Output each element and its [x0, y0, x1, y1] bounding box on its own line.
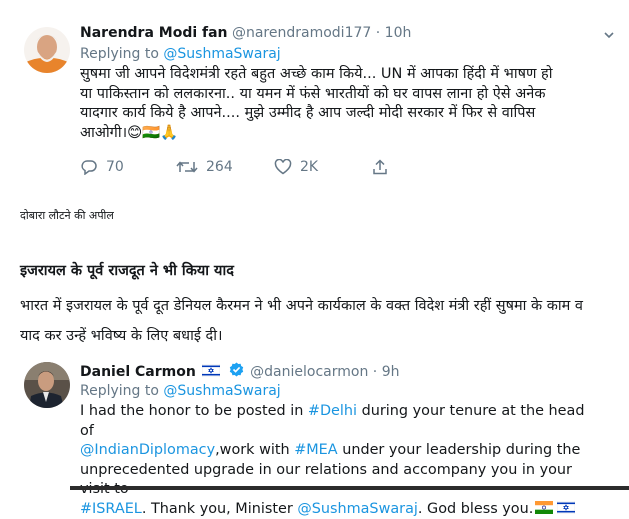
replying-to: Replying to @SushmaSwaraj [80, 383, 281, 399]
embedded-tweet-2[interactable]: Daniel Carmon @danielocarmon · 9h Replyi… [20, 352, 620, 492]
tweet-header: Narendra Modi fan @narendramodi177 · 10h [80, 25, 411, 41]
avatar[interactable] [24, 27, 70, 73]
tweet-text-end: आओगी। [80, 125, 127, 141]
timestamp[interactable]: 10h [385, 25, 412, 41]
display-name[interactable]: Daniel Carmon [80, 364, 196, 380]
replying-to-link[interactable]: @SushmaSwaraj [163, 46, 280, 62]
retweet-count: 264 [206, 159, 233, 175]
handle[interactable]: @danielocarmon [250, 364, 368, 380]
hashtag-link[interactable]: #ISRAEL [80, 501, 142, 517]
hashtag-link[interactable]: #Delhi [308, 403, 357, 419]
image-caption: दोबारा लौटने की अपील [20, 208, 114, 223]
tweet-text-line: सुषमा जी आपने विदेशमंत्री रहते बहुत अच्छ… [80, 65, 620, 85]
israel-flag-icon [202, 364, 220, 377]
tweet-text-line: unprecedented upgrade in our relations a… [80, 461, 600, 500]
india-flag-icon [535, 501, 553, 514]
text-segment: . Thank you, Minister [142, 501, 298, 517]
heart-icon [274, 159, 292, 175]
emoji-group: 😊🇮🇳🙏 [127, 125, 178, 141]
chevron-down-icon[interactable] [603, 29, 615, 41]
tweet-text-line: I had the honor to be posted in #Delhi d… [80, 402, 600, 441]
embedded-tweet-1[interactable]: Narendra Modi fan @narendramodi177 · 10h… [20, 9, 620, 190]
replying-to-link[interactable]: @SushmaSwaraj [163, 383, 280, 399]
paragraph-line: याद कर उन्हें भविष्य के लिए बधाई दी। [20, 321, 629, 351]
text-segment: I had the honor to be posted in [80, 403, 308, 419]
separator: · [373, 364, 377, 380]
mention-link[interactable]: @SushmaSwaraj [297, 501, 418, 517]
retweet-icon [176, 159, 198, 175]
share-icon [372, 159, 388, 175]
paragraph-line: भारत में इजरायल के पूर्व दूत डेनियल कैरम… [20, 291, 629, 321]
tweet-text-line: #ISRAEL. Thank you, Minister @SushmaSwar… [80, 500, 600, 519]
separator: · [376, 25, 380, 41]
reply-icon [80, 159, 98, 175]
israel-flag-icon [557, 501, 575, 514]
tweet-text-line: यादगार कार्य किये है आपने.... मुझे उम्मी… [80, 104, 620, 124]
handle[interactable]: @narendramodi177 [232, 25, 371, 41]
timestamp[interactable]: 9h [382, 364, 400, 380]
replying-prefix: Replying to [80, 383, 159, 399]
text-segment: . God bless you. [418, 501, 533, 517]
mention-link[interactable]: @IndianDiplomacy [80, 442, 215, 458]
share-action[interactable] [372, 159, 388, 175]
tweet-text-line: या पाकिस्तान को ललकारना.. या यमन में फंस… [80, 85, 620, 105]
reply-count: 70 [106, 159, 124, 175]
text-segment: under your leadership during the [338, 442, 581, 458]
previous-content-cutoff [0, 0, 629, 8]
hashtag-link[interactable]: #MEA [294, 442, 337, 458]
tweet-text-line: आओगी।😊🇮🇳🙏 [80, 124, 620, 144]
tweet-header: Daniel Carmon @danielocarmon · 9h [80, 362, 399, 380]
like-count: 2K [300, 159, 318, 175]
verified-badge-icon [229, 362, 244, 377]
media-preview-edge [70, 486, 629, 490]
display-name[interactable]: Narendra Modi fan [80, 25, 228, 41]
section-heading: इजरायल के पूर्व राजदूत ने भी किया याद [20, 260, 234, 280]
text-segment: ,work with [215, 442, 294, 458]
avatar[interactable] [24, 362, 70, 408]
reply-action[interactable]: 70 [80, 159, 124, 175]
replying-prefix: Replying to [80, 46, 159, 62]
tweet-text: सुषमा जी आपने विदेशमंत्री रहते बहुत अच्छ… [80, 65, 620, 143]
tweet-text-line: @IndianDiplomacy,work with #MEA under yo… [80, 441, 600, 461]
retweet-action[interactable]: 264 [176, 159, 233, 175]
replying-to: Replying to @SushmaSwaraj [80, 46, 281, 62]
article-paragraph: भारत में इजरायल के पूर्व दूत डेनियल कैरम… [20, 291, 629, 351]
like-action[interactable]: 2K [274, 159, 318, 175]
tweet-text: I had the honor to be posted in #Delhi d… [80, 402, 600, 519]
